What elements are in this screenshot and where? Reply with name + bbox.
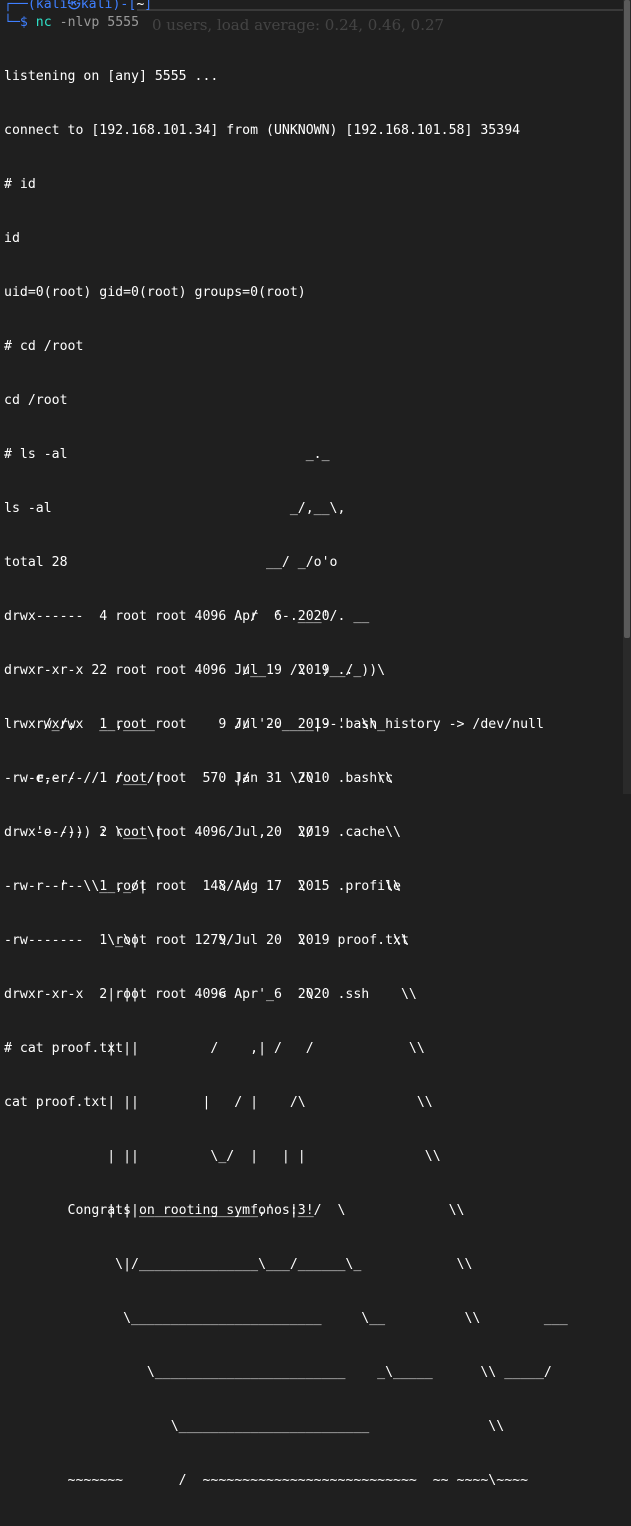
ascii-art-line: _._ — [4, 447, 330, 462]
output-line: uid=0(root) gid=0(root) groups=0(root) — [4, 285, 306, 300]
ascii-art-line: | || | / | /\ \\ — [4, 1095, 433, 1110]
ascii-art-line: | || < '_ \ \\ — [4, 987, 417, 1002]
ascii-art-line: \|/_______________\___/______\_ \\ — [4, 1257, 473, 1272]
scrollbar-thumb[interactable] — [624, 0, 630, 638]
output-line: listening on [any] 5555 ... — [4, 69, 219, 84]
ascii-art-line: e,e / // /___/| |/ \/\ \\ — [4, 771, 394, 786]
output-line: # cd /root — [4, 339, 84, 354]
output-line: # id — [4, 177, 36, 192]
ascii-art-line: \________________________ _\_____ \\ ___… — [4, 1365, 552, 1380]
prompt-corner-bottom: └─ — [4, 15, 20, 30]
ascii-art-line: ~~~~~~~ / ~~~~~~~~~~~~~~~~~~~~~~~~~~~ ~~… — [4, 1473, 529, 1488]
terminal-window[interactable]: 0 users, load average: 0.24, 0.46, 0.27 … — [0, 0, 631, 1488]
prompt-corner-top: ┌── — [4, 0, 28, 12]
ascii-art-line: 'o /))) : \___\| / , \/ \\ — [4, 825, 401, 840]
vertical-scrollbar[interactable] — [623, 0, 631, 794]
shell-prompt: ┌──(kali㉿kali)-[~] └─$ nc -nlvp 5555 — [4, 0, 152, 32]
ascii-art-line: /__ /\ )__/_))\ — [4, 663, 386, 678]
ascii-art-banner: _._ _/,__\, __/ _/o'o / '-.___'/ __ /__ … — [4, 410, 568, 1526]
output-line: id — [4, 231, 20, 246]
ascii-art-line: \_\| \/ \ \\ — [4, 933, 409, 948]
output-line: cd /root — [4, 393, 68, 408]
ascii-art-line: /_/, __,____ // '-.____|--' \\ — [4, 717, 378, 732]
prompt-path-open: -[ — [120, 0, 137, 12]
ascii-art-line: | || \_/ | | | \\ — [4, 1149, 441, 1164]
ascii-art-line: _/,__\, — [4, 501, 346, 516]
ascii-art-line: / '-.___'/ __ — [4, 609, 370, 624]
ascii-art-line: \________________________ \\ — [4, 1419, 505, 1434]
prompt-user-host: (kali㉿kali) — [27, 0, 121, 12]
command-name: nc — [35, 15, 52, 30]
ascii-art-line: | || / ,| / / \\ — [4, 1041, 425, 1056]
title-divider — [137, 9, 631, 11]
ascii-art-line: \________________________ \__ \\ ___ — [4, 1311, 568, 1326]
ascii-art-line: | ||_______________,' |__/ \ \\ — [4, 1203, 465, 1218]
ascii-art-line: __/ _/o'o — [4, 555, 338, 570]
ascii-art-line: -' \\__,_/| \/ / \ \\ — [4, 879, 401, 894]
command-args: -nlvp 5555 — [59, 15, 140, 30]
prompt-symbol: $ — [19, 15, 28, 30]
prompt-path-close: ] — [144, 0, 153, 12]
output-line: connect to [192.168.101.34] from (UNKNOW… — [4, 123, 521, 138]
